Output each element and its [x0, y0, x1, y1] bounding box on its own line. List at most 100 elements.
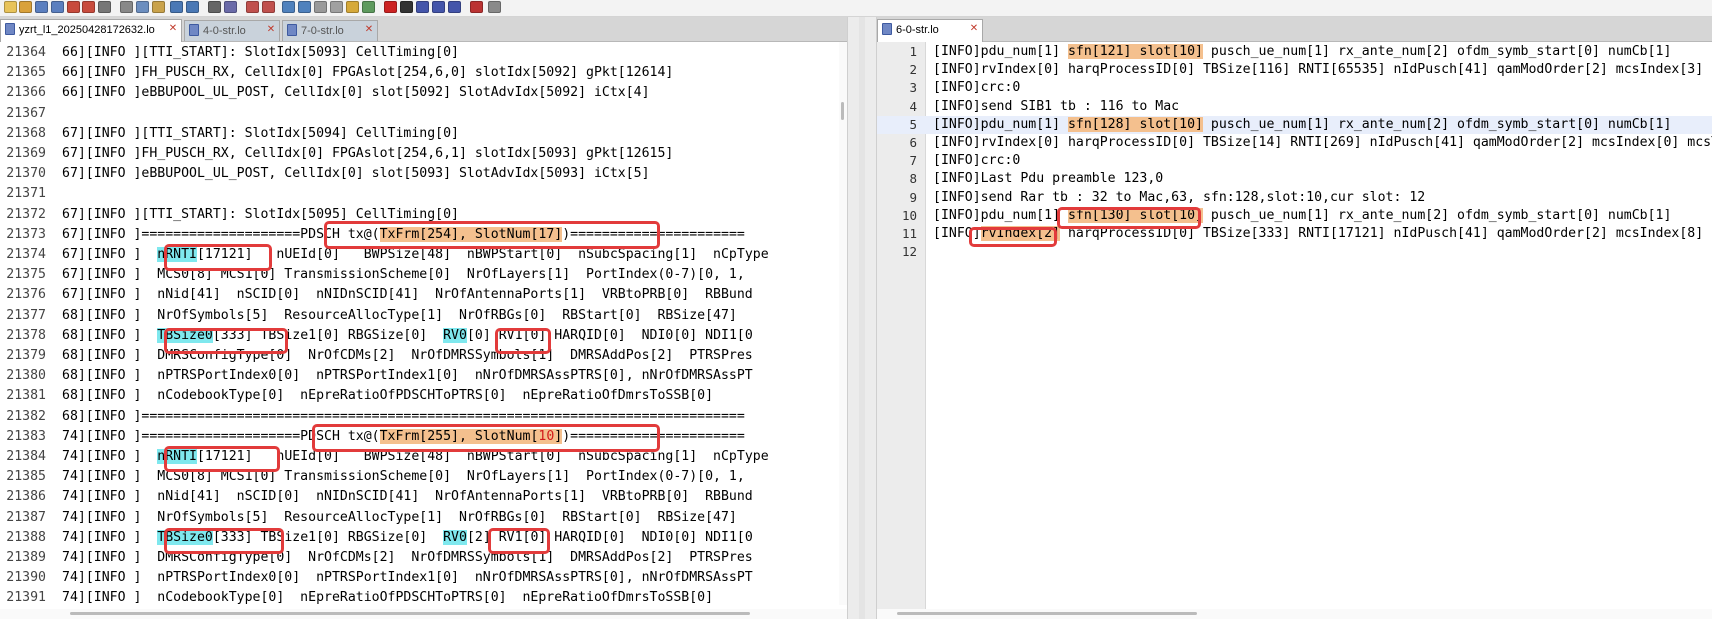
- wrap-icon[interactable]: [298, 1, 311, 13]
- text-segment: [INFO]pdu_num[1]: [933, 207, 1068, 223]
- code-line[interactable]: 21390 74][INFO ] nPTRSPortIndex0[0] nPTRS…: [0, 568, 847, 588]
- cut-icon[interactable]: [120, 1, 133, 13]
- splitter-grip[interactable]: [859, 17, 865, 619]
- code-line[interactable]: 8 [INFO]Last Pdu preamble 123,0: [877, 170, 1712, 188]
- find-icon[interactable]: [208, 1, 221, 13]
- left-scroll-thumb[interactable]: [841, 102, 844, 120]
- zoom-in-icon[interactable]: [246, 1, 259, 13]
- line-number: 21388: [6, 529, 46, 545]
- code-line[interactable]: 3 [INFO]crc:0: [877, 79, 1712, 97]
- code-line[interactable]: 21378 68][INFO ] TBSize0[333] TBSize1[0] …: [0, 326, 847, 346]
- code-line[interactable]: 1 [INFO]pdu_num[1] sfn[121] slot[10] pusc…: [877, 43, 1712, 61]
- close-icon[interactable]: [67, 1, 80, 13]
- right-horizontal-scrollbar[interactable]: [877, 609, 1712, 619]
- save-icon[interactable]: [35, 1, 48, 13]
- code-line[interactable]: 21366 66][INFO ]eBBUPOOL_UL_POST, CellIdx…: [0, 83, 847, 103]
- right-hscroll-thumb[interactable]: [897, 612, 1197, 615]
- left-vertical-scrollbar[interactable]: [839, 42, 847, 605]
- code-line[interactable]: 5 [INFO]pdu_num[1] sfn[128] slot[10] pusc…: [877, 115, 1712, 134]
- code-line[interactable]: 9 [INFO]send Rar tb : 32 to Mac,63, sfn:1…: [877, 189, 1712, 207]
- code-line[interactable]: 21374 67][INFO ] nRNTI[17121] nUEId[0] BW…: [0, 245, 847, 265]
- close-all-icon[interactable]: [82, 1, 95, 13]
- tab-close-icon[interactable]: ✕: [969, 24, 979, 34]
- code-line[interactable]: 21375 67][INFO ] MCS0[8] MCS1[0] Transmis…: [0, 265, 847, 285]
- code-line[interactable]: 21370 67][INFO ]eBBUPOOL_UL_POST, CellIdx…: [0, 164, 847, 184]
- line-text: 67][INFO ] nRNTI[17121] nUEId[0] BWPSize…: [62, 245, 769, 265]
- code-line[interactable]: 21376 67][INFO ] nNid[41] nSCID[0] nNIDnS…: [0, 285, 847, 305]
- code-line[interactable]: 21377 68][INFO ] NrOfSymbols[5] ResourceA…: [0, 306, 847, 326]
- text-segment: 74][INFO ] nCodebookType[0] nEpreRatioOf…: [62, 590, 714, 606]
- code-line[interactable]: 21372 67][INFO ][TTI_START]: SlotIdx[5095…: [0, 205, 847, 225]
- code-line[interactable]: 10 [INFO]pdu_num[1] sfn[130] slot[10] pus…: [877, 207, 1712, 225]
- macro-record-icon[interactable]: [384, 1, 397, 13]
- left-editor[interactable]: 21364 66][INFO ][TTI_START]: SlotIdx[5093…: [0, 42, 847, 619]
- macro-stop-icon[interactable]: [400, 1, 413, 13]
- code-line[interactable]: 4 [INFO]send SIB1 tb : 116 to Mac: [877, 98, 1712, 116]
- code-line[interactable]: 21381 68][INFO ] nCodebookType[0] nEpreRa…: [0, 386, 847, 406]
- code-line[interactable]: 2 [INFO]rvIndex[0] harqProcessID[0] TBSiz…: [877, 61, 1712, 79]
- text-segment: 68][INFO ] DMRSConfigType[0] NrOfCDMs[2]…: [62, 348, 753, 363]
- code-line[interactable]: 21382 68][INFO ]=========================…: [0, 407, 847, 427]
- lang-icon[interactable]: [346, 1, 359, 13]
- code-line[interactable]: 21388 74][INFO ] TBSize0[333] TBSize1[0] …: [0, 528, 847, 548]
- text-segment: [17121] nUEId[0] BWPSize[48] nBWPStart[0…: [196, 247, 769, 262]
- redo-icon[interactable]: [186, 1, 199, 13]
- text-segment: pusch_ue_num[1] rx_ante_num[2] ofdm_symb…: [1202, 44, 1672, 59]
- replace-icon[interactable]: [224, 1, 237, 13]
- right-editor[interactable]: 1 [INFO]pdu_num[1] sfn[121] slot[10] pusc…: [877, 42, 1712, 619]
- plugin-icon[interactable]: [488, 1, 501, 13]
- line-text: 67][INFO ] MCS0[8] MCS1[0] TransmissionS…: [62, 265, 745, 285]
- left-horizontal-scrollbar[interactable]: [0, 609, 847, 619]
- tab-close-icon[interactable]: ✕: [364, 25, 374, 35]
- code-line[interactable]: 12: [877, 243, 1712, 261]
- show-all-icon[interactable]: [314, 1, 327, 13]
- code-line[interactable]: 21387 74][INFO ] NrOfSymbols[5] ResourceA…: [0, 508, 847, 528]
- code-line[interactable]: 21385 74][INFO ] MCS0[8] MCS1[0] Transmis…: [0, 467, 847, 487]
- code-line[interactable]: 21371: [0, 184, 847, 204]
- save-all-icon[interactable]: [51, 1, 64, 13]
- code-line[interactable]: 21386 74][INFO ] nNid[41] nSCID[0] nNIDnS…: [0, 487, 847, 507]
- left-tab-2[interactable]: 4-0-str.lo ✕: [184, 20, 280, 41]
- new-icon[interactable]: [4, 1, 17, 13]
- code-line[interactable]: 21379 68][INFO ] DMRSConfigType[0] NrOfCD…: [0, 346, 847, 366]
- open-icon[interactable]: [19, 1, 32, 13]
- macro-play-icon[interactable]: [416, 1, 429, 13]
- code-line[interactable]: 7 [INFO]crc:0: [877, 152, 1712, 170]
- code-line[interactable]: 21367: [0, 104, 847, 124]
- line-text: [INFO]rvIndex[0] harqProcessID[0] TBSize…: [933, 134, 1712, 152]
- line-number: 1: [909, 44, 917, 59]
- indent-guide-icon[interactable]: [330, 1, 343, 13]
- sync-scroll-icon[interactable]: [282, 1, 295, 13]
- code-line[interactable]: 21384 74][INFO ] nRNTI[17121] nUEId[0] BW…: [0, 447, 847, 467]
- undo-icon[interactable]: [170, 1, 183, 13]
- code-line[interactable]: 6 [INFO]rvIndex[0] harqProcessID[0] TBSiz…: [877, 134, 1712, 152]
- map-icon[interactable]: [362, 1, 375, 13]
- code-line[interactable]: 21373 67][INFO ]====================PDSCH…: [0, 225, 847, 245]
- tab-close-icon[interactable]: ✕: [168, 24, 178, 34]
- line-number: 4: [909, 98, 917, 114]
- text-segment: pusch_ue_num[1] rx_ante_num[2] ofdm_symb…: [1202, 207, 1672, 223]
- tab-close-icon[interactable]: ✕: [266, 25, 276, 35]
- code-line[interactable]: 11 [INFO]rvIndex[2] harqProcessID[0] TBSi…: [877, 225, 1712, 243]
- code-line[interactable]: 21369 67][INFO ]FH_PUSCH_RX, CellIdx[0] F…: [0, 144, 847, 164]
- paste-icon[interactable]: [152, 1, 165, 13]
- macro-run-icon[interactable]: [432, 1, 445, 13]
- code-line[interactable]: 21389 74][INFO ] DMRSConfigType[0] NrOfCD…: [0, 548, 847, 568]
- tab-label: 6-0-str.lo: [896, 24, 939, 36]
- code-line[interactable]: 21391 74][INFO ] nCodebookType[0] nEpreRa…: [0, 588, 847, 608]
- print-icon[interactable]: [98, 1, 111, 13]
- code-line[interactable]: 21364 66][INFO ][TTI_START]: SlotIdx[5093…: [0, 43, 847, 63]
- copy-icon[interactable]: [136, 1, 149, 13]
- left-tab-1[interactable]: yzrt_l1_20250428172632.lo ✕: [0, 19, 182, 42]
- left-hscroll-thumb[interactable]: [70, 612, 750, 615]
- code-line[interactable]: 21365 66][INFO ]FH_PUSCH_RX, CellIdx[0] F…: [0, 63, 847, 83]
- code-line[interactable]: 21368 67][INFO ][TTI_START]: SlotIdx[5094…: [0, 124, 847, 144]
- code-line[interactable]: 21383 74][INFO ]====================PDSCH…: [0, 427, 847, 447]
- macro-save-icon[interactable]: [448, 1, 461, 13]
- pane-splitter[interactable]: [847, 17, 877, 619]
- spell-check-icon[interactable]: [470, 1, 483, 13]
- left-tab-3[interactable]: 7-0-str.lo ✕: [282, 20, 378, 41]
- right-tab-1[interactable]: 6-0-str.lo ✕: [877, 19, 983, 42]
- zoom-out-icon[interactable]: [262, 1, 275, 13]
- code-line[interactable]: 21380 68][INFO ] nPTRSPortIndex0[0] nPTRS…: [0, 366, 847, 386]
